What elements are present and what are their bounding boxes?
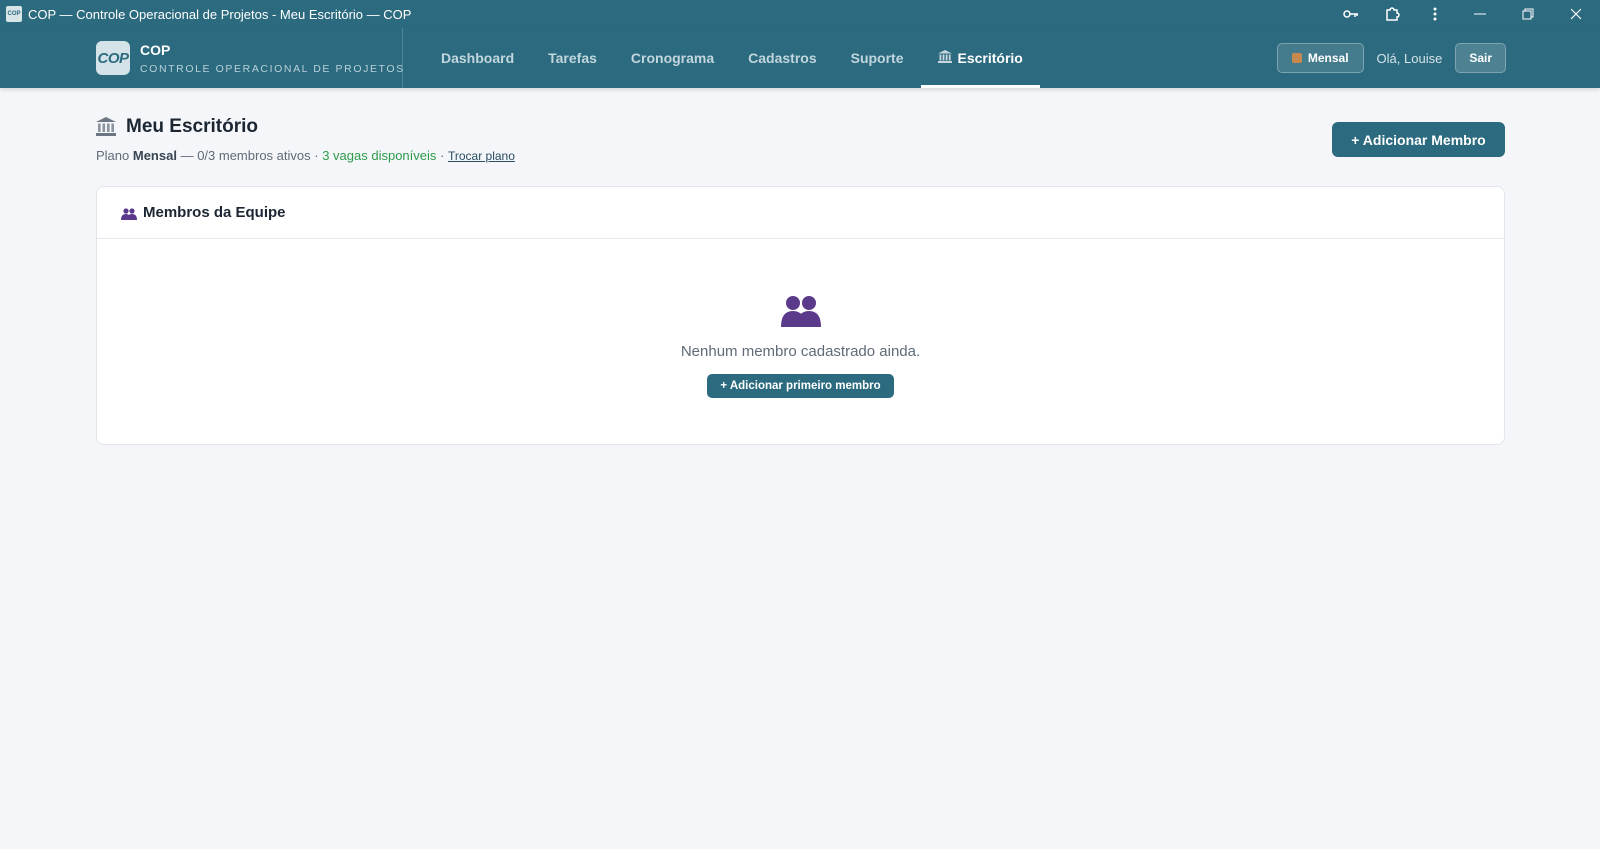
add-member-button[interactable]: + Adicionar Membro	[1332, 122, 1505, 157]
titlebar-controls	[1330, 0, 1600, 28]
close-icon[interactable]	[1552, 0, 1600, 28]
card-title: Membros da Equipe	[143, 204, 286, 221]
nav-user-area: Mensal Olá, Louise Sair	[1276, 42, 1506, 74]
page-header: Meu Escritório Plano Mensal — 0/3 membro…	[96, 116, 515, 163]
extension-icon[interactable]	[1372, 0, 1414, 28]
plan-prefix: Plano	[96, 148, 130, 163]
page-title-text: Meu Escritório	[126, 116, 258, 137]
nav-link-label: Suporte	[850, 50, 904, 66]
logout-button[interactable]: Sair	[1455, 43, 1506, 73]
brand-subtitle: CONTROLE OPERACIONAL DE PROJETOS	[140, 62, 405, 75]
brand[interactable]: COP COP CONTROLE OPERACIONAL DE PROJETOS	[96, 41, 405, 75]
nav-link-label: Escritório	[957, 50, 1023, 66]
nav-link-label: Tarefas	[548, 50, 597, 66]
nav-link-label: Cadastros	[748, 50, 817, 66]
users-icon	[121, 207, 137, 220]
nav-link-cadastros[interactable]: Cadastros	[731, 28, 833, 88]
nav-link-label: Cronograma	[630, 50, 715, 66]
nav-link-cronograma[interactable]: Cronograma	[614, 28, 731, 88]
bank-icon	[937, 50, 952, 66]
nav-link-tarefas[interactable]: Tarefas	[531, 28, 614, 88]
team-members-card: Membros da Equipe Nenhum membro cadastra…	[96, 186, 1505, 445]
top-navbar: COP COP CONTROLE OPERACIONAL DE PROJETOS…	[0, 28, 1600, 88]
users-icon	[780, 295, 821, 327]
nav-links: Dashboard Tarefas Cronograma Cadastros S…	[424, 28, 1041, 88]
plan-badge[interactable]: Mensal	[1276, 43, 1364, 73]
nav-link-dashboard[interactable]: Dashboard	[424, 28, 531, 88]
brand-name: COP	[140, 41, 171, 58]
empty-state-text: Nenhum membro cadastrado ainda.	[680, 343, 921, 360]
restore-icon[interactable]	[1504, 0, 1552, 28]
members-status: — 0/3 membros ativos ·	[180, 148, 319, 163]
nav-link-suporte[interactable]: Suporte	[834, 28, 921, 88]
bank-icon	[96, 117, 118, 137]
nav-divider	[402, 28, 403, 88]
change-plan-link[interactable]: Trocar plano	[448, 149, 515, 163]
app-icon: COP	[6, 6, 22, 22]
nav-link-label: Dashboard	[441, 50, 515, 66]
plan-name: Mensal	[132, 148, 177, 163]
kebab-menu-icon[interactable]	[1414, 0, 1456, 28]
card-header: Membros da Equipe	[97, 187, 1504, 239]
empty-state: Nenhum membro cadastrado ainda. + Adicio…	[97, 239, 1504, 444]
slots-available: 3 vagas disponíveis	[322, 148, 437, 163]
page-title: Meu Escritório	[96, 116, 515, 138]
plan-badge-label: Mensal	[1307, 51, 1349, 65]
window-titlebar: COP COP — Controle Operacional de Projet…	[0, 0, 1600, 28]
user-greeting: Olá, Louise	[1376, 50, 1443, 66]
plan-summary: Plano Mensal — 0/3 membros ativos · 3 va…	[96, 148, 515, 163]
nav-link-escritorio[interactable]: Escritório	[920, 28, 1041, 88]
window-title: COP — Controle Operacional de Projetos -…	[28, 6, 412, 22]
key-icon[interactable]	[1330, 0, 1372, 28]
package-icon	[1291, 53, 1302, 63]
minimize-icon[interactable]	[1456, 0, 1504, 28]
brand-text: COP CONTROLE OPERACIONAL DE PROJETOS	[140, 42, 405, 75]
brand-logo: COP	[96, 41, 130, 75]
add-first-member-button[interactable]: + Adicionar primeiro membro	[707, 374, 894, 398]
separator: ·	[440, 148, 445, 163]
